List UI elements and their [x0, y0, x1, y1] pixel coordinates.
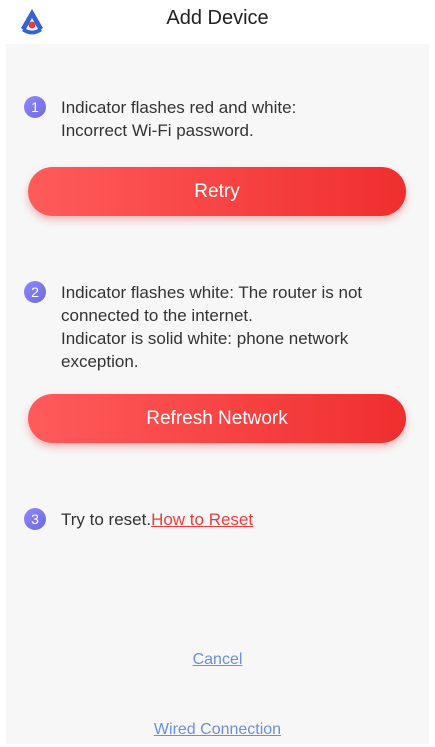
step-3-label: Try to reset.: [61, 510, 152, 529]
step-1-badge: 1: [24, 96, 46, 118]
step-2: 2 Indicator flashes white: The router is…: [24, 281, 421, 373]
cancel-link[interactable]: Cancel: [0, 651, 435, 669]
step-1-text: Indicator flashes red and white: Incorre…: [61, 98, 297, 140]
header-bar: Add Device: [0, 0, 435, 42]
step-2-badge: 2: [24, 281, 46, 303]
step-1: 1 Indicator flashes red and white: Incor…: [24, 96, 381, 142]
step-3-badge: 3: [24, 508, 46, 530]
how-to-reset-link[interactable]: How to Reset: [151, 510, 253, 529]
step-2-text: Indicator flashes white: The router is n…: [61, 283, 363, 371]
page-title: Add Device: [166, 7, 269, 29]
wired-connection-link[interactable]: Wired Connection: [0, 721, 435, 739]
step-3: 3 Try to reset.How to Reset: [24, 508, 253, 531]
retry-button[interactable]: Retry: [28, 167, 406, 216]
step-3-text: Try to reset.How to Reset: [61, 508, 253, 531]
refresh-network-button[interactable]: Refresh Network: [28, 394, 406, 443]
